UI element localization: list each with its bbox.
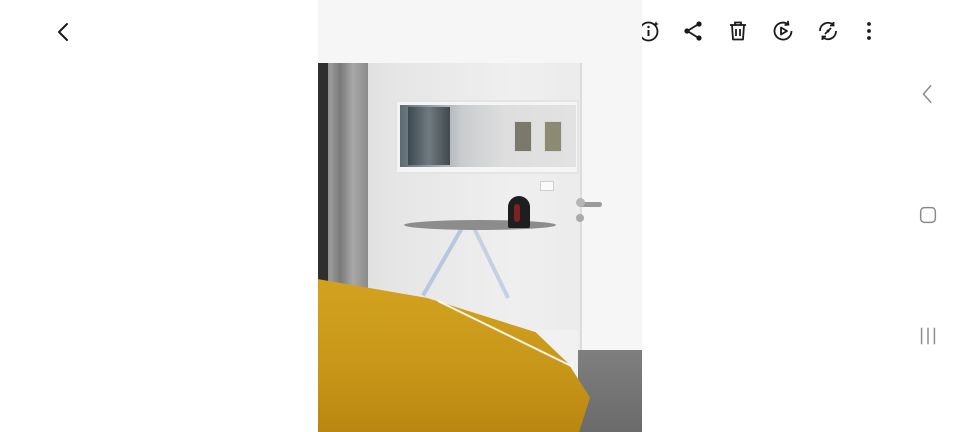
nav-recents-button[interactable]	[910, 318, 946, 354]
photo-door-handle-base	[576, 198, 585, 207]
system-navigation-bar	[896, 64, 960, 432]
photo-wall-socket	[540, 181, 554, 191]
nav-home-button[interactable]	[910, 197, 946, 233]
square-icon	[919, 206, 937, 224]
photo-reflected-picture	[514, 121, 532, 152]
back-button[interactable]	[47, 15, 81, 49]
photo-view[interactable]	[318, 0, 642, 432]
photo-ceiling	[318, 0, 642, 63]
recents-icon	[920, 327, 936, 345]
chevron-left-icon	[58, 23, 68, 41]
nav-back-button[interactable]	[910, 76, 946, 112]
share-icon	[684, 21, 702, 41]
photo-mirror-reflection	[408, 107, 450, 165]
photo-ironing-board	[404, 220, 556, 230]
trash-icon	[730, 21, 746, 41]
photo-door-lock	[576, 214, 584, 222]
more-options-button[interactable]	[852, 14, 886, 48]
delete-button[interactable]	[721, 14, 755, 48]
photo-iron-accent	[514, 204, 520, 222]
share-button[interactable]	[676, 14, 710, 48]
photo-reflected-picture	[544, 121, 562, 152]
photo-door	[580, 63, 642, 368]
video-button[interactable]	[766, 14, 800, 48]
remaster-icon	[819, 21, 837, 41]
more-vertical-icon	[867, 22, 871, 40]
photo-window-edge	[318, 63, 328, 303]
play-circle-icon	[773, 20, 793, 41]
chevron-left-icon	[922, 85, 932, 103]
remaster-button[interactable]	[811, 14, 845, 48]
